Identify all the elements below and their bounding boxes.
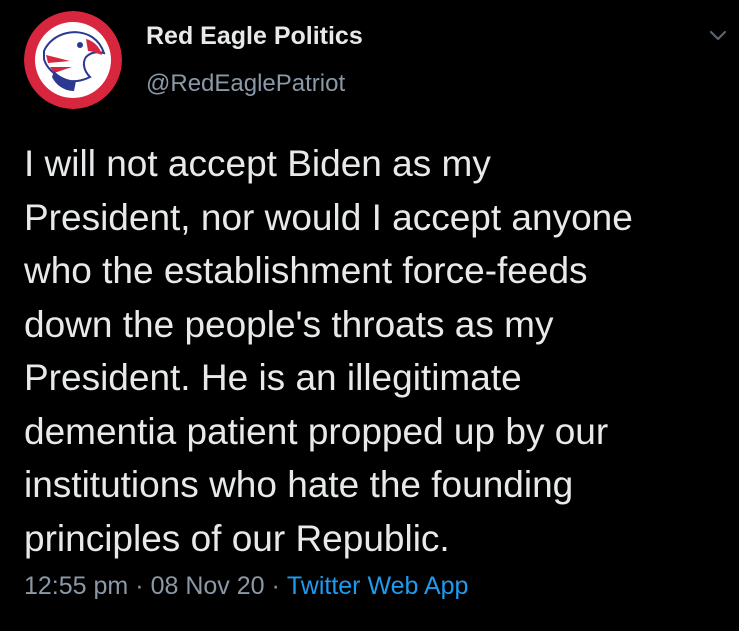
tweet-time[interactable]: 12:55 pm (24, 572, 128, 600)
meta-separator: · (135, 572, 144, 600)
tweet-source-link[interactable]: Twitter Web App (287, 572, 469, 600)
chevron-down-icon[interactable] (708, 28, 728, 44)
meta-separator: · (271, 572, 280, 600)
tweet-date[interactable]: 08 Nov 20 (151, 572, 265, 600)
author-handle[interactable]: @RedEaglePatriot (146, 70, 345, 98)
tweet-text: I will not accept Biden as my President,… (24, 143, 633, 559)
avatar[interactable] (24, 11, 122, 109)
author-display-name[interactable]: Red Eagle Politics (146, 22, 363, 51)
eagle-logo-icon (24, 11, 122, 109)
tweet-meta: 12:55 pm · 08 Nov 20 · Twitter Web App (24, 572, 468, 601)
tweet-card: Red Eagle Politics @RedEaglePatriot I wi… (0, 0, 739, 631)
